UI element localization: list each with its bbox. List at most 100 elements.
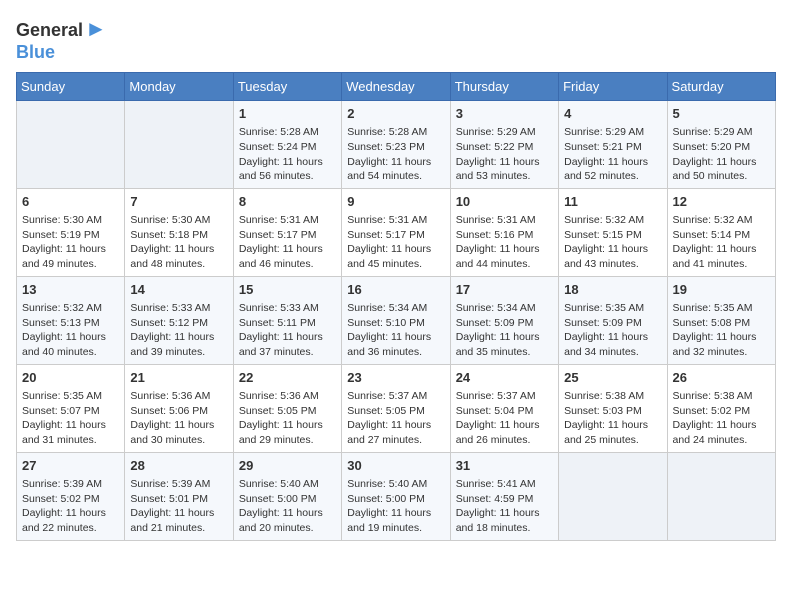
calendar-cell: 5 Sunrise: 5:29 AM Sunset: 5:20 PM Daylig… bbox=[667, 100, 775, 188]
day-number: 14 bbox=[130, 281, 227, 299]
day-number: 7 bbox=[130, 193, 227, 211]
page-header: General► Blue bbox=[16, 16, 776, 64]
day-number: 29 bbox=[239, 457, 336, 475]
calendar-cell: 3 Sunrise: 5:29 AM Sunset: 5:22 PM Daylig… bbox=[450, 100, 558, 188]
calendar-cell: 11 Sunrise: 5:32 AM Sunset: 5:15 PM Dayli… bbox=[559, 188, 667, 276]
day-number: 10 bbox=[456, 193, 553, 211]
calendar-cell: 14 Sunrise: 5:33 AM Sunset: 5:12 PM Dayli… bbox=[125, 276, 233, 364]
day-info: Sunrise: 5:34 AM Sunset: 5:10 PM Dayligh… bbox=[347, 301, 444, 360]
day-number: 4 bbox=[564, 105, 661, 123]
calendar-cell: 25 Sunrise: 5:38 AM Sunset: 5:03 PM Dayli… bbox=[559, 364, 667, 452]
day-info: Sunrise: 5:35 AM Sunset: 5:07 PM Dayligh… bbox=[22, 389, 119, 448]
calendar-cell: 8 Sunrise: 5:31 AM Sunset: 5:17 PM Daylig… bbox=[233, 188, 341, 276]
calendar-cell: 30 Sunrise: 5:40 AM Sunset: 5:00 PM Dayli… bbox=[342, 452, 450, 540]
calendar-cell: 20Sunrise: 5:35 AM Sunset: 5:07 PM Dayli… bbox=[17, 364, 125, 452]
day-info: Sunrise: 5:31 AM Sunset: 5:16 PM Dayligh… bbox=[456, 213, 553, 272]
day-number: 11 bbox=[564, 193, 661, 211]
day-info: Sunrise: 5:33 AM Sunset: 5:11 PM Dayligh… bbox=[239, 301, 336, 360]
day-info: Sunrise: 5:37 AM Sunset: 5:04 PM Dayligh… bbox=[456, 389, 553, 448]
day-info: Sunrise: 5:35 AM Sunset: 5:08 PM Dayligh… bbox=[673, 301, 770, 360]
day-number: 2 bbox=[347, 105, 444, 123]
day-number: 13 bbox=[22, 281, 119, 299]
calendar-cell bbox=[559, 452, 667, 540]
day-number: 8 bbox=[239, 193, 336, 211]
day-info: Sunrise: 5:28 AM Sunset: 5:23 PM Dayligh… bbox=[347, 125, 444, 184]
day-number: 1 bbox=[239, 105, 336, 123]
weekday-header-wednesday: Wednesday bbox=[342, 72, 450, 100]
day-number: 30 bbox=[347, 457, 444, 475]
logo: General► Blue bbox=[16, 16, 107, 64]
day-number: 22 bbox=[239, 369, 336, 387]
day-info: Sunrise: 5:32 AM Sunset: 5:14 PM Dayligh… bbox=[673, 213, 770, 272]
day-number: 3 bbox=[456, 105, 553, 123]
day-info: Sunrise: 5:36 AM Sunset: 5:06 PM Dayligh… bbox=[130, 389, 227, 448]
day-number: 19 bbox=[673, 281, 770, 299]
day-info: Sunrise: 5:32 AM Sunset: 5:13 PM Dayligh… bbox=[22, 301, 119, 360]
day-info: Sunrise: 5:29 AM Sunset: 5:20 PM Dayligh… bbox=[673, 125, 770, 184]
day-number: 6 bbox=[22, 193, 119, 211]
weekday-header-monday: Monday bbox=[125, 72, 233, 100]
day-info: Sunrise: 5:38 AM Sunset: 5:02 PM Dayligh… bbox=[673, 389, 770, 448]
calendar-cell bbox=[17, 100, 125, 188]
day-number: 23 bbox=[347, 369, 444, 387]
calendar-cell: 16 Sunrise: 5:34 AM Sunset: 5:10 PM Dayli… bbox=[342, 276, 450, 364]
weekday-header-saturday: Saturday bbox=[667, 72, 775, 100]
calendar-cell: 7 Sunrise: 5:30 AM Sunset: 5:18 PM Daylig… bbox=[125, 188, 233, 276]
day-number: 25 bbox=[564, 369, 661, 387]
calendar-cell: 26 Sunrise: 5:38 AM Sunset: 5:02 PM Dayli… bbox=[667, 364, 775, 452]
calendar-cell: 18 Sunrise: 5:35 AM Sunset: 5:09 PM Dayli… bbox=[559, 276, 667, 364]
day-number: 21 bbox=[130, 369, 227, 387]
day-info: Sunrise: 5:30 AM Sunset: 5:19 PM Dayligh… bbox=[22, 213, 119, 272]
calendar-cell: 17 Sunrise: 5:34 AM Sunset: 5:09 PM Dayli… bbox=[450, 276, 558, 364]
calendar-cell: 15 Sunrise: 5:33 AM Sunset: 5:11 PM Dayli… bbox=[233, 276, 341, 364]
calendar-cell: 9Sunrise: 5:31 AM Sunset: 5:17 PM Daylig… bbox=[342, 188, 450, 276]
day-number: 5 bbox=[673, 105, 770, 123]
day-info: Sunrise: 5:38 AM Sunset: 5:03 PM Dayligh… bbox=[564, 389, 661, 448]
calendar-cell: 1 Sunrise: 5:28 AM Sunset: 5:24 PM Daylig… bbox=[233, 100, 341, 188]
day-number: 18 bbox=[564, 281, 661, 299]
calendar-cell: 29Sunrise: 5:40 AM Sunset: 5:00 PM Dayli… bbox=[233, 452, 341, 540]
day-number: 17 bbox=[456, 281, 553, 299]
calendar-cell: 6 Sunrise: 5:30 AM Sunset: 5:19 PM Daylig… bbox=[17, 188, 125, 276]
day-info: Sunrise: 5:36 AM Sunset: 5:05 PM Dayligh… bbox=[239, 389, 336, 448]
calendar-cell: 28 Sunrise: 5:39 AM Sunset: 5:01 PM Dayli… bbox=[125, 452, 233, 540]
day-info: Sunrise: 5:41 AM Sunset: 4:59 PM Dayligh… bbox=[456, 477, 553, 536]
calendar-table: SundayMondayTuesdayWednesdayThursdayFrid… bbox=[16, 72, 776, 541]
calendar-cell: 31Sunrise: 5:41 AM Sunset: 4:59 PM Dayli… bbox=[450, 452, 558, 540]
calendar-cell: 10 Sunrise: 5:31 AM Sunset: 5:16 PM Dayli… bbox=[450, 188, 558, 276]
day-info: Sunrise: 5:31 AM Sunset: 5:17 PM Dayligh… bbox=[239, 213, 336, 272]
day-info: Sunrise: 5:39 AM Sunset: 5:01 PM Dayligh… bbox=[130, 477, 227, 536]
calendar-cell: 13 Sunrise: 5:32 AM Sunset: 5:13 PM Dayli… bbox=[17, 276, 125, 364]
calendar-cell: 2 Sunrise: 5:28 AM Sunset: 5:23 PM Daylig… bbox=[342, 100, 450, 188]
calendar-cell: 21 Sunrise: 5:36 AM Sunset: 5:06 PM Dayli… bbox=[125, 364, 233, 452]
day-info: Sunrise: 5:32 AM Sunset: 5:15 PM Dayligh… bbox=[564, 213, 661, 272]
day-info: Sunrise: 5:35 AM Sunset: 5:09 PM Dayligh… bbox=[564, 301, 661, 360]
day-info: Sunrise: 5:37 AM Sunset: 5:05 PM Dayligh… bbox=[347, 389, 444, 448]
day-info: Sunrise: 5:29 AM Sunset: 5:22 PM Dayligh… bbox=[456, 125, 553, 184]
day-info: Sunrise: 5:39 AM Sunset: 5:02 PM Dayligh… bbox=[22, 477, 119, 536]
weekday-header-thursday: Thursday bbox=[450, 72, 558, 100]
calendar-cell: 19 Sunrise: 5:35 AM Sunset: 5:08 PM Dayli… bbox=[667, 276, 775, 364]
calendar-cell: 24Sunrise: 5:37 AM Sunset: 5:04 PM Dayli… bbox=[450, 364, 558, 452]
calendar-cell: 23 Sunrise: 5:37 AM Sunset: 5:05 PM Dayli… bbox=[342, 364, 450, 452]
day-number: 27 bbox=[22, 457, 119, 475]
calendar-cell: 4 Sunrise: 5:29 AM Sunset: 5:21 PM Daylig… bbox=[559, 100, 667, 188]
day-info: Sunrise: 5:30 AM Sunset: 5:18 PM Dayligh… bbox=[130, 213, 227, 272]
logo-text: General► Blue bbox=[16, 16, 107, 64]
calendar-cell bbox=[125, 100, 233, 188]
calendar-cell: 27 Sunrise: 5:39 AM Sunset: 5:02 PM Dayli… bbox=[17, 452, 125, 540]
calendar-cell: 22 Sunrise: 5:36 AM Sunset: 5:05 PM Dayli… bbox=[233, 364, 341, 452]
day-number: 15 bbox=[239, 281, 336, 299]
day-number: 12 bbox=[673, 193, 770, 211]
weekday-header-tuesday: Tuesday bbox=[233, 72, 341, 100]
day-info: Sunrise: 5:28 AM Sunset: 5:24 PM Dayligh… bbox=[239, 125, 336, 184]
day-info: Sunrise: 5:29 AM Sunset: 5:21 PM Dayligh… bbox=[564, 125, 661, 184]
day-info: Sunrise: 5:33 AM Sunset: 5:12 PM Dayligh… bbox=[130, 301, 227, 360]
calendar-cell bbox=[667, 452, 775, 540]
day-info: Sunrise: 5:34 AM Sunset: 5:09 PM Dayligh… bbox=[456, 301, 553, 360]
day-number: 28 bbox=[130, 457, 227, 475]
day-info: Sunrise: 5:40 AM Sunset: 5:00 PM Dayligh… bbox=[347, 477, 444, 536]
day-number: 26 bbox=[673, 369, 770, 387]
day-number: 16 bbox=[347, 281, 444, 299]
weekday-header-sunday: Sunday bbox=[17, 72, 125, 100]
